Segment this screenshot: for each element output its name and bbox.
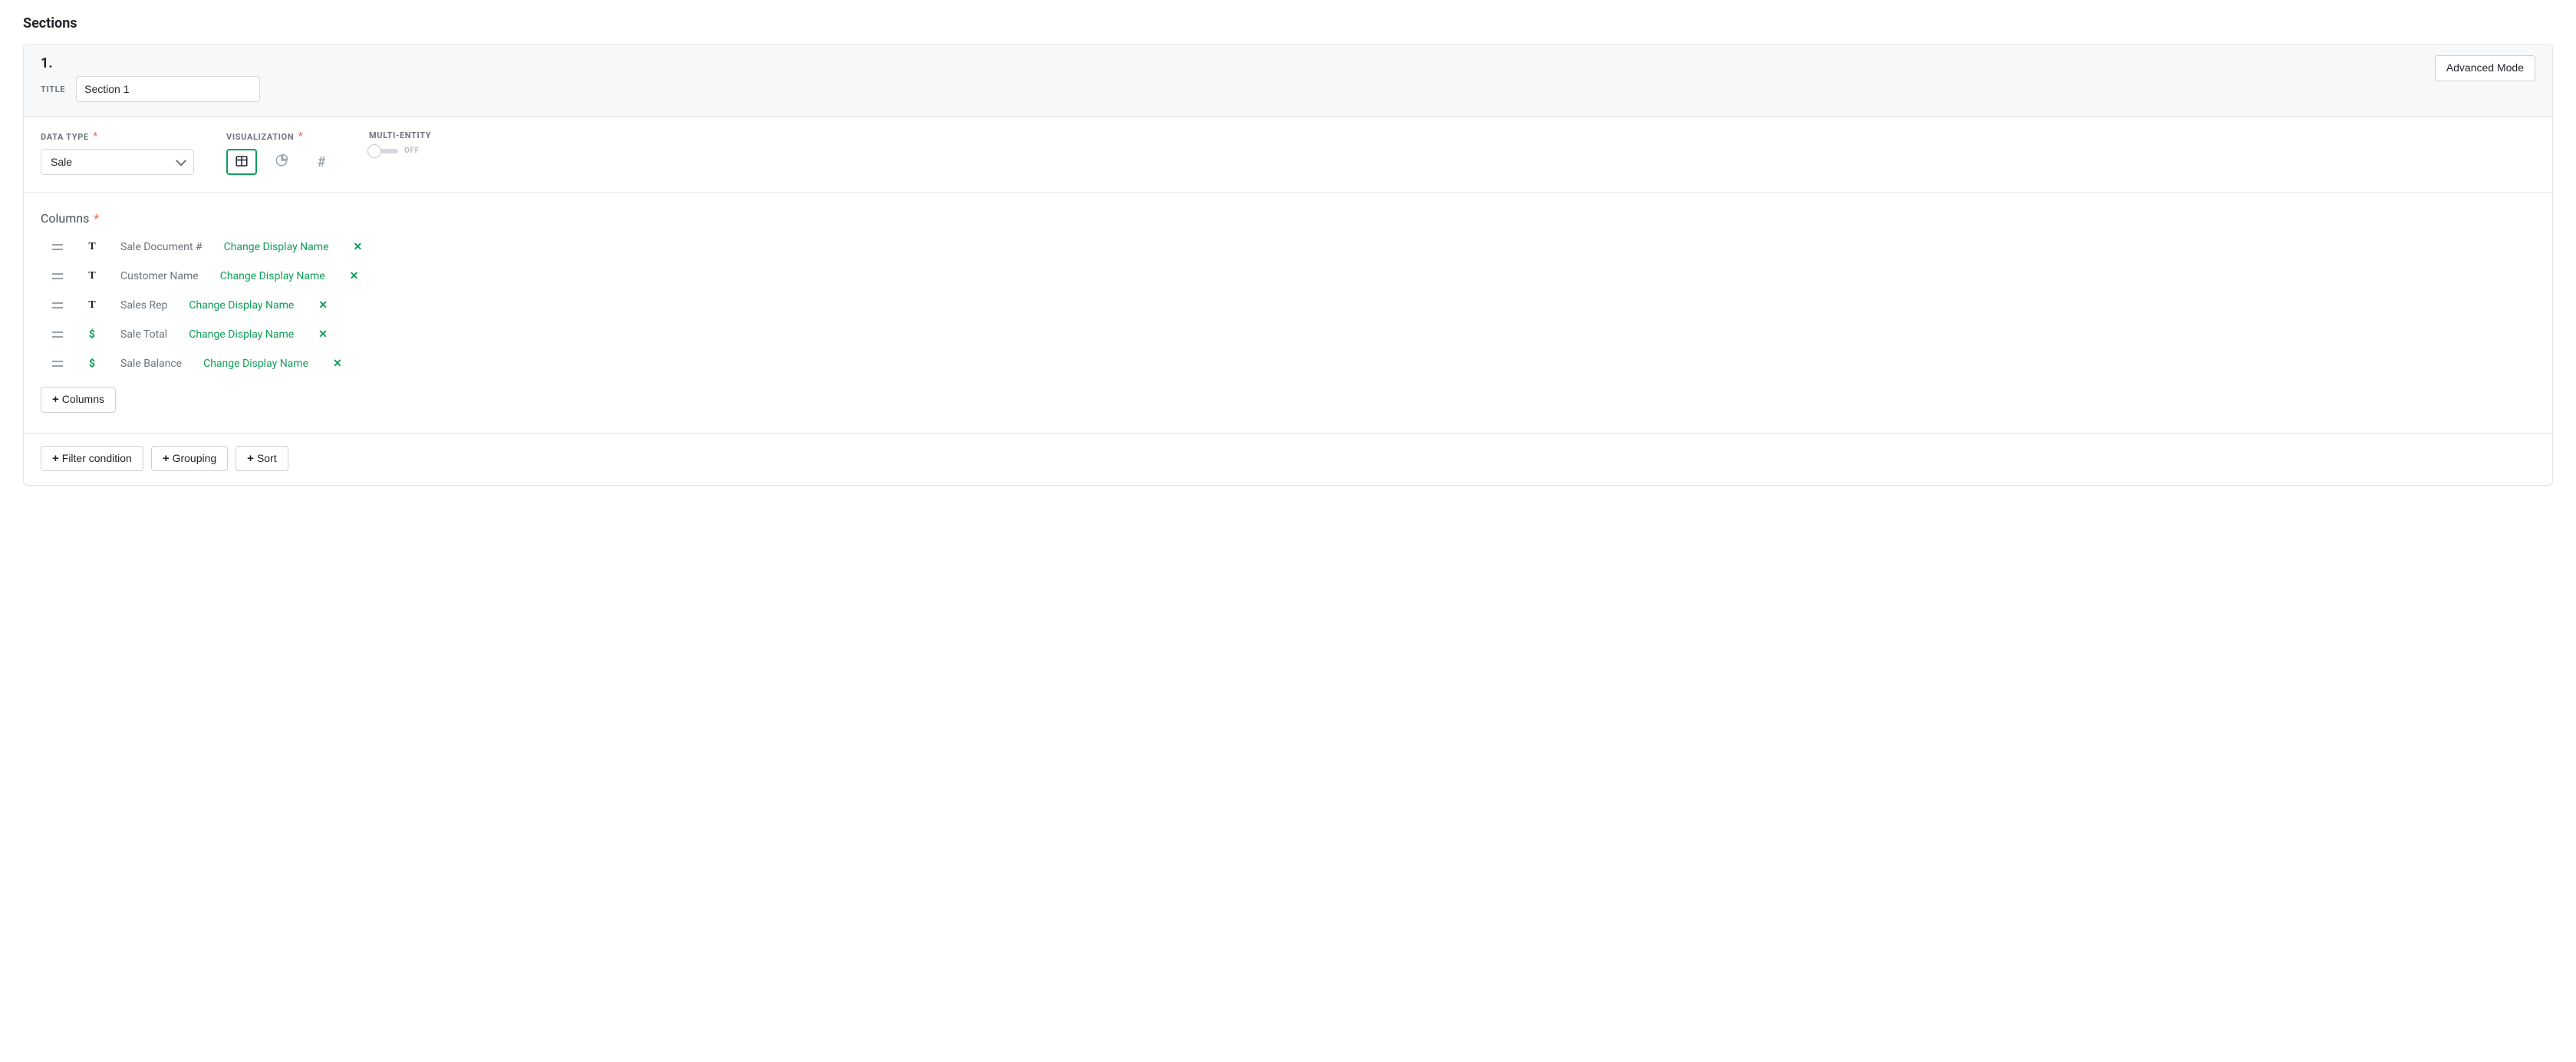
section-title-input[interactable]	[76, 76, 260, 102]
add-sort-button[interactable]: + Sort	[236, 446, 288, 472]
column-name: Sale Document #	[120, 241, 203, 253]
change-display-name-link[interactable]: Change Display Name	[224, 241, 329, 253]
required-marker: *	[93, 130, 97, 143]
drag-handle-icon[interactable]	[51, 301, 64, 310]
plus-icon: +	[52, 453, 59, 464]
toggle-state-label: OFF	[404, 147, 420, 155]
viz-number-button[interactable]: #	[306, 149, 337, 175]
plus-icon: +	[247, 453, 254, 464]
drag-handle-icon[interactable]	[51, 330, 64, 339]
text-icon: T	[85, 270, 99, 282]
add-columns-label: Columns	[62, 392, 104, 407]
currency-icon: $	[85, 328, 99, 341]
section-number: 1.	[41, 55, 260, 71]
visualization-label: VISUALIZATION	[226, 132, 294, 142]
required-marker: *	[94, 211, 99, 226]
plus-icon: +	[163, 453, 170, 464]
plus-icon: +	[52, 394, 59, 405]
pie-chart-icon	[275, 153, 288, 170]
add-columns-button[interactable]: + Columns	[41, 387, 116, 413]
multi-entity-toggle[interactable]: OFF	[369, 147, 431, 155]
section-footer: + Filter condition + Grouping + Sort	[24, 434, 2552, 486]
remove-column-icon[interactable]: ✕	[315, 298, 331, 313]
config-row: DATA TYPE * Sale VISUALIZATION *	[24, 117, 2552, 193]
section-header: 1. TITLE Advanced Mode	[24, 45, 2552, 117]
grouping-label: Grouping	[173, 451, 217, 467]
title-label: TITLE	[41, 84, 65, 94]
column-name: Customer Name	[120, 270, 199, 282]
remove-column-icon[interactable]: ✕	[330, 356, 345, 371]
advanced-mode-label: Advanced Mode	[2446, 61, 2524, 76]
column-row: T Sale Document # Change Display Name ✕	[41, 236, 2535, 258]
add-filter-button[interactable]: + Filter condition	[41, 446, 143, 472]
currency-icon: $	[85, 358, 99, 370]
remove-column-icon[interactable]: ✕	[315, 327, 331, 342]
drag-handle-icon[interactable]	[51, 242, 64, 252]
toggle-thumb	[367, 144, 381, 158]
multi-entity-label: MULTI-ENTITY	[369, 130, 431, 140]
remove-column-icon[interactable]: ✕	[351, 239, 366, 255]
section-card: 1. TITLE Advanced Mode DATA TYPE * Sale	[23, 44, 2553, 486]
datatype-label: DATA TYPE	[41, 132, 89, 142]
column-row: T Sales Rep Change Display Name ✕	[41, 295, 2535, 316]
advanced-mode-button[interactable]: Advanced Mode	[2435, 55, 2535, 81]
table-icon	[235, 154, 249, 170]
drag-handle-icon[interactable]	[51, 359, 64, 368]
page-title: Sections	[23, 15, 2553, 31]
change-display-name-link[interactable]: Change Display Name	[189, 328, 294, 341]
columns-heading: Columns	[41, 211, 89, 226]
required-marker: *	[298, 130, 303, 143]
datatype-select[interactable]: Sale	[41, 149, 194, 175]
text-icon: T	[85, 299, 99, 312]
remove-column-icon[interactable]: ✕	[347, 269, 362, 284]
columns-area: Columns * T Sale Document # Change Display…	[24, 193, 2552, 434]
column-row: $ Sale Total Change Display Name ✕	[41, 324, 2535, 345]
sort-label: Sort	[257, 451, 277, 467]
toggle-track	[369, 149, 398, 153]
column-name: Sale Total	[120, 328, 167, 341]
viz-chart-button[interactable]	[266, 149, 297, 175]
text-icon: T	[85, 241, 99, 253]
change-display-name-link[interactable]: Change Display Name	[203, 358, 308, 370]
column-name: Sales Rep	[120, 299, 167, 312]
change-display-name-link[interactable]: Change Display Name	[189, 299, 294, 312]
column-name: Sale Balance	[120, 358, 182, 370]
viz-table-button[interactable]	[226, 149, 257, 175]
filter-label: Filter condition	[62, 451, 132, 467]
hash-icon: #	[318, 154, 326, 170]
column-row: T Customer Name Change Display Name ✕	[41, 266, 2535, 287]
drag-handle-icon[interactable]	[51, 272, 64, 281]
columns-list: T Sale Document # Change Display Name ✕ T Cus…	[41, 236, 2535, 374]
column-row: $ Sale Balance Change Display Name ✕	[41, 353, 2535, 374]
change-display-name-link[interactable]: Change Display Name	[220, 270, 325, 282]
add-grouping-button[interactable]: + Grouping	[151, 446, 228, 472]
